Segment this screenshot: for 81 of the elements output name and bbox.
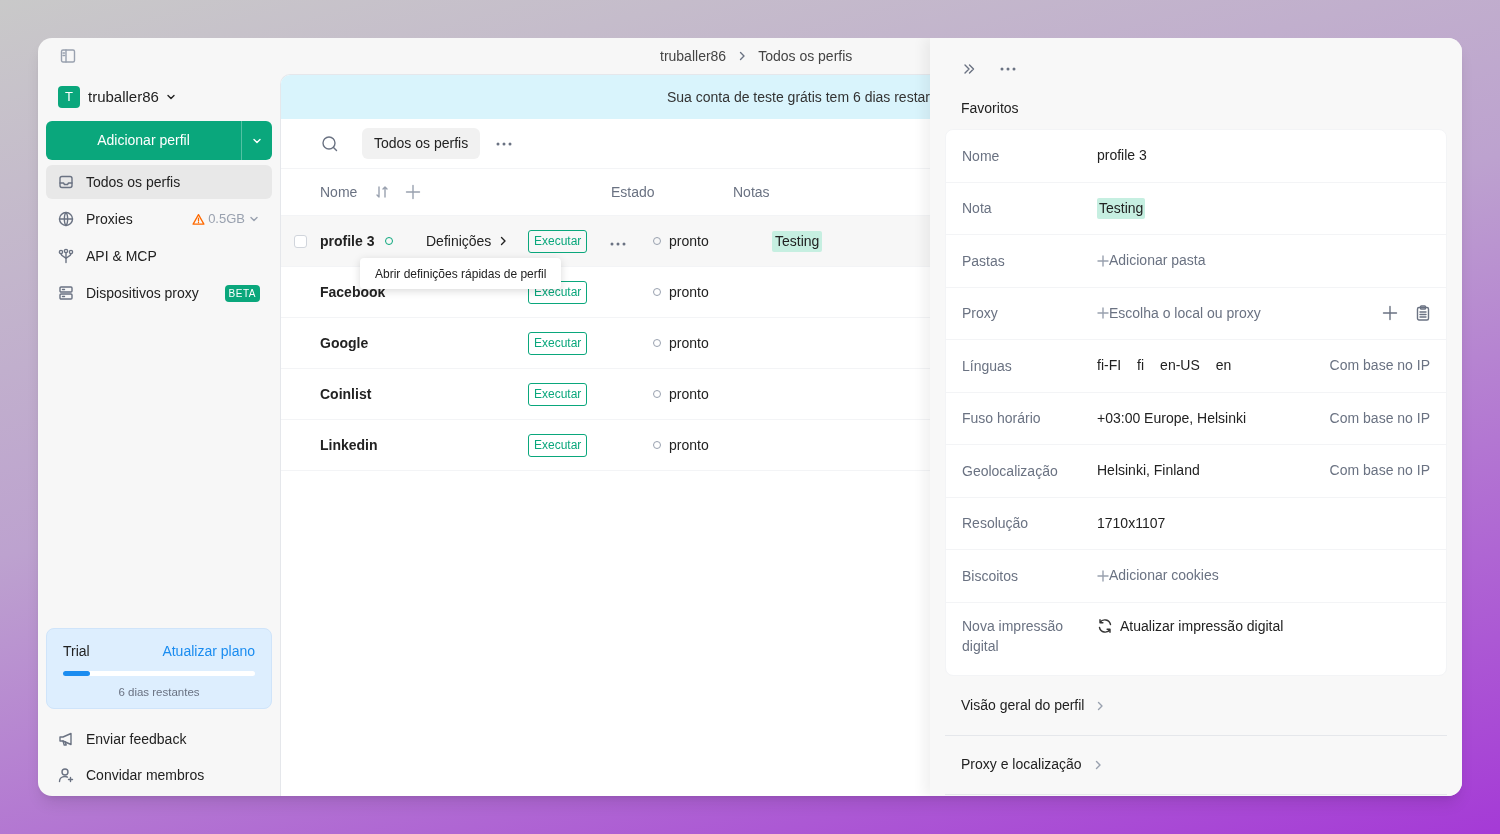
- field-label: Fuso horário: [962, 409, 1042, 429]
- server-icon: [58, 285, 74, 301]
- field-value: Helsinki, Finland: [1097, 461, 1200, 481]
- field-label: Proxy: [962, 304, 999, 324]
- beta-badge: BETA: [224, 284, 260, 302]
- refresh-fingerprint-button[interactable]: Atualizar impressão digital: [1097, 615, 1284, 637]
- column-header: Estado: [611, 182, 656, 202]
- field-label: Resolução: [962, 514, 1030, 534]
- tooltip: Abrir definições rápidas de perfil: [360, 258, 562, 289]
- field-label: Nome: [962, 146, 1001, 166]
- field-value: 1710x1107: [1097, 513, 1166, 533]
- nav-item[interactable]: API & MCP: [46, 239, 272, 273]
- note-tag: Testing: [1097, 197, 1146, 219]
- nav-item[interactable]: Proxies 0.5GB: [46, 202, 272, 236]
- footer-item[interactable]: Convidar membros: [46, 764, 272, 786]
- footer-item[interactable]: Enviar feedback: [46, 728, 272, 750]
- filter-tab[interactable]: Todos os perfis: [362, 128, 481, 159]
- language-code: fi-FI: [1097, 356, 1122, 376]
- tray-icon: [58, 174, 74, 190]
- column-header: Notas: [733, 182, 770, 202]
- status-text: pronto: [669, 231, 709, 251]
- sort-icon[interactable]: [375, 185, 390, 199]
- field-label: Línguas: [962, 356, 1013, 376]
- sidebar-toggle-icon[interactable]: [60, 48, 76, 64]
- plus-icon: [1097, 307, 1109, 320]
- status-text: pronto: [669, 333, 709, 353]
- add-user-icon: [58, 767, 74, 783]
- globe-icon: [58, 211, 74, 227]
- add-link[interactable]: Adicionar cookies: [1097, 565, 1219, 587]
- days-remaining: 6 dias restantes: [117, 685, 201, 700]
- column-header: Nome: [320, 182, 358, 202]
- nav-item[interactable]: Dispositivos proxy BETA: [46, 276, 272, 310]
- field-value: +03:00 Europe, Helsinki: [1097, 408, 1247, 428]
- add-link[interactable]: Escolha o local ou proxy: [1097, 302, 1261, 324]
- field-label: Nova impressão digital: [962, 616, 1065, 656]
- profile-name[interactable]: Linkedin: [320, 434, 378, 456]
- language-code: fi: [1137, 356, 1145, 376]
- account-avatar: T: [58, 86, 80, 108]
- plan-label: Trial: [63, 642, 90, 661]
- source-label: Com base no IP: [1329, 356, 1430, 376]
- profile-name[interactable]: Google: [320, 332, 369, 354]
- status-text: pronto: [669, 435, 709, 455]
- add-link[interactable]: Adicionar pasta: [1097, 250, 1206, 272]
- plus-icon: [1097, 569, 1109, 582]
- usage-text: 0.5GB: [208, 210, 245, 229]
- branch-icon: [58, 248, 74, 264]
- profile-name[interactable]: profile 3: [320, 230, 375, 252]
- more-icon[interactable]: [496, 141, 513, 146]
- more-icon[interactable]: [610, 241, 626, 246]
- note-tag: Testing: [772, 230, 823, 252]
- section-link[interactable]: Proxy e localização: [961, 754, 1104, 775]
- profile-name[interactable]: Coinlist: [320, 383, 372, 405]
- nav-item[interactable]: Todos os perfis: [46, 165, 272, 199]
- row-checkbox[interactable]: [294, 234, 307, 248]
- settings-link[interactable]: Definições: [426, 230, 510, 252]
- account-switcher[interactable]: truballer86: [88, 85, 177, 109]
- clipboard-icon[interactable]: [1416, 305, 1430, 322]
- field-label: Pastas: [962, 251, 1006, 271]
- source-label: Com base no IP: [1329, 461, 1430, 481]
- more-icon[interactable]: [1000, 67, 1016, 71]
- source-label: Com base no IP: [1329, 408, 1430, 428]
- plus-icon: [1097, 254, 1109, 267]
- language-code: en: [1215, 356, 1232, 376]
- section-link[interactable]: Visão geral do perfil: [961, 695, 1107, 716]
- banner-text: Sua conta de teste grátis tem 6 dias restar: [666, 87, 930, 107]
- status-text: pronto: [669, 282, 709, 302]
- section-title: Favoritos: [960, 99, 1020, 118]
- field-label: Geolocalização: [962, 461, 1059, 481]
- warning-icon: [192, 212, 206, 226]
- breadcrumb-item[interactable]: Todos os perfis: [758, 45, 853, 67]
- megaphone-icon: [58, 731, 74, 747]
- field-label: Biscoitos: [962, 566, 1020, 586]
- field-value: profile 3: [1097, 146, 1147, 166]
- field-label: Nota: [962, 199, 993, 219]
- refresh-icon: [1097, 618, 1113, 634]
- double-chevron-right-icon[interactable]: [962, 62, 976, 76]
- search-icon[interactable]: [321, 134, 339, 153]
- plus-icon[interactable]: [1382, 305, 1398, 322]
- status-text: pronto: [669, 384, 709, 404]
- breadcrumb-item[interactable]: truballer86: [660, 45, 727, 67]
- language-code: en-US: [1160, 356, 1200, 376]
